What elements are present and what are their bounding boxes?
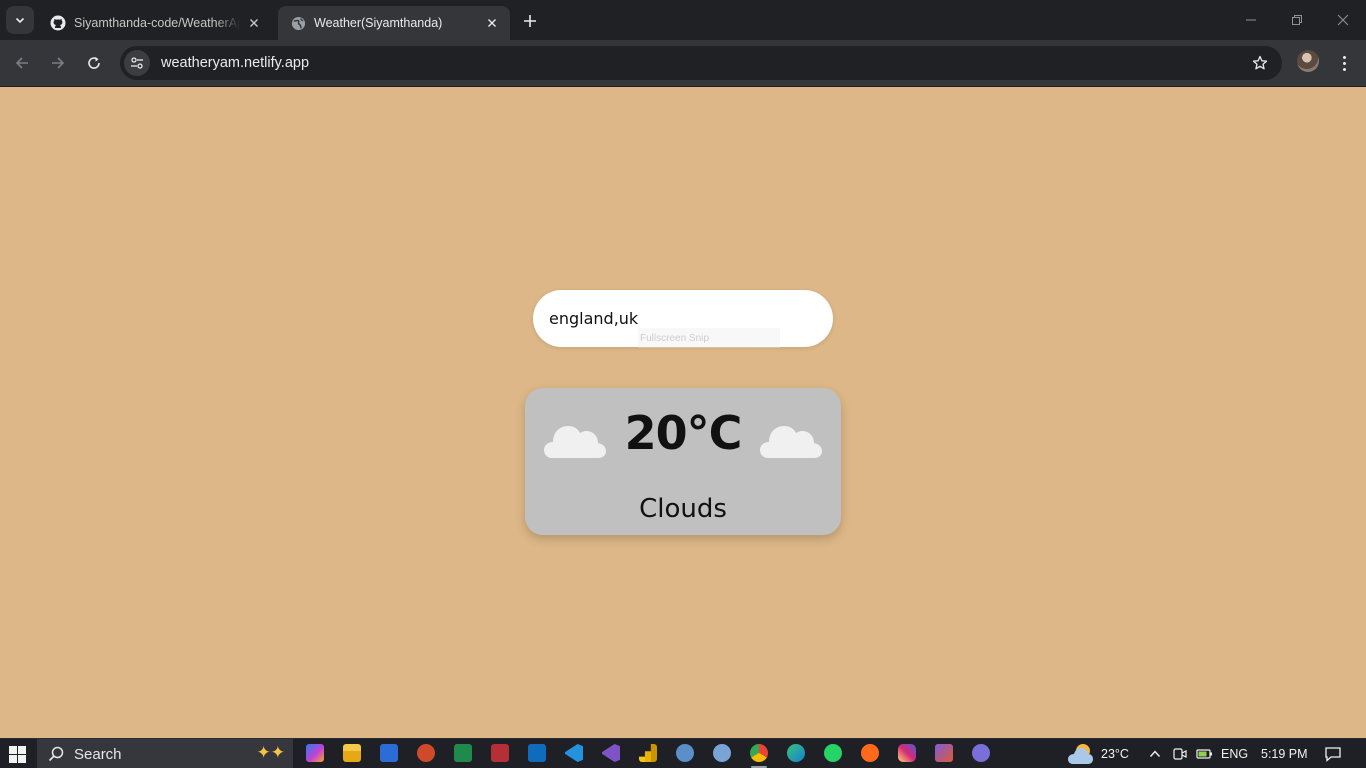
tab-github[interactable]: Siyamthanda-code/WeatherApp xyxy=(38,6,272,40)
arrow-right-icon xyxy=(52,57,65,69)
site-info-button[interactable] xyxy=(124,50,150,76)
browser-toolbar: weatheryam.netlify.app xyxy=(0,40,1366,87)
chevron-up-icon[interactable] xyxy=(1149,748,1161,760)
meet-camera-icon[interactable] xyxy=(1172,746,1188,762)
clock[interactable]: 5:19 PM xyxy=(1261,739,1308,768)
arrow-left-icon xyxy=(15,57,28,69)
whatsapp-icon[interactable] xyxy=(824,744,842,762)
file-explorer-icon[interactable] xyxy=(343,744,361,762)
star-icon xyxy=(1252,55,1268,70)
back-button[interactable] xyxy=(10,51,34,75)
power-bi-icon[interactable] xyxy=(639,744,657,762)
windows-start-icon[interactable] xyxy=(9,746,26,763)
taskbar-search-label: Search xyxy=(74,745,122,763)
address-bar[interactable]: weatheryam.netlify.app xyxy=(120,46,1282,80)
close-tab-icon[interactable] xyxy=(246,15,262,31)
close-tab-icon[interactable] xyxy=(484,15,500,31)
edge-icon[interactable] xyxy=(787,744,805,762)
tune-icon xyxy=(131,57,143,69)
bookmark-button[interactable] xyxy=(1250,53,1270,73)
snip-overlay-hint: Fullscreen Snip xyxy=(638,328,780,348)
url-text: weatheryam.netlify.app xyxy=(161,55,310,71)
weather-card: 20°C Clouds xyxy=(525,388,841,535)
r-icon[interactable] xyxy=(713,744,731,762)
browser-menu-button[interactable] xyxy=(1334,51,1354,75)
close-icon xyxy=(1337,14,1349,26)
instagram-icon[interactable] xyxy=(898,744,916,762)
tab-weather[interactable]: Weather(Siyamthanda) xyxy=(278,6,510,40)
globe-icon xyxy=(290,15,306,31)
github-icon xyxy=(50,15,66,31)
battery-icon[interactable] xyxy=(1196,747,1214,761)
new-tab-button[interactable] xyxy=(518,10,542,32)
excel-icon[interactable] xyxy=(454,744,472,762)
restore-button[interactable] xyxy=(1274,0,1320,40)
outlook-icon[interactable] xyxy=(528,744,546,762)
search-icon xyxy=(48,746,64,762)
close-window-button[interactable] xyxy=(1320,0,1366,40)
tab-search-button[interactable] xyxy=(6,6,34,34)
word-icon[interactable] xyxy=(380,744,398,762)
tab-title: Siyamthanda-code/WeatherApp xyxy=(74,16,240,30)
start-tile xyxy=(18,746,26,754)
menu-dot xyxy=(1342,67,1346,71)
menu-dot xyxy=(1342,55,1346,59)
minimize-icon xyxy=(1246,19,1256,21)
start-tile xyxy=(18,755,26,763)
powerpoint-icon[interactable] xyxy=(417,744,435,762)
sparkle-icon: ✦✦ xyxy=(256,743,286,763)
weather-description: Clouds xyxy=(639,494,727,524)
app-check-icon[interactable] xyxy=(935,744,953,762)
taskbar-search-box[interactable]: Search ✦✦ xyxy=(37,739,293,768)
start-tile xyxy=(9,755,17,763)
restore-icon xyxy=(1292,15,1302,25)
profile-avatar[interactable] xyxy=(1297,50,1319,72)
language-indicator[interactable]: ENG xyxy=(1221,739,1248,768)
chrome-icon[interactable] xyxy=(750,744,768,762)
reload-icon xyxy=(88,57,100,69)
cloud-icon xyxy=(760,426,822,458)
taskbar: Search ✦✦ 23°C ENG 5:19 PM xyxy=(0,738,1366,768)
start-tile xyxy=(9,746,17,754)
visual-studio-icon[interactable] xyxy=(602,744,620,762)
browser-tab-strip: Siyamthanda-code/WeatherApp Weather(Siya… xyxy=(0,0,1366,40)
soundcloud-icon[interactable] xyxy=(861,744,879,762)
minimize-button[interactable] xyxy=(1228,0,1274,40)
weather-page: Fullscreen Snip 20°C Clouds xyxy=(0,87,1366,738)
reload-button[interactable] xyxy=(82,51,106,75)
forward-button[interactable] xyxy=(46,51,70,75)
notification-center-icon[interactable] xyxy=(1324,746,1342,762)
city-search-input[interactable] xyxy=(549,309,809,328)
chevron-down-icon xyxy=(15,17,25,24)
app-settings-icon[interactable] xyxy=(972,744,990,762)
tab-title: Weather(Siyamthanda) xyxy=(314,16,443,30)
plus-icon xyxy=(524,15,536,27)
rstudio-icon[interactable] xyxy=(676,744,694,762)
menu-dot xyxy=(1342,61,1346,65)
vscode-icon[interactable] xyxy=(565,744,583,762)
weather-cloud-moon-icon xyxy=(1068,744,1093,764)
access-icon[interactable] xyxy=(491,744,509,762)
taskbar-weather-temp[interactable]: 23°C xyxy=(1101,739,1129,768)
copilot-icon[interactable] xyxy=(306,744,324,762)
